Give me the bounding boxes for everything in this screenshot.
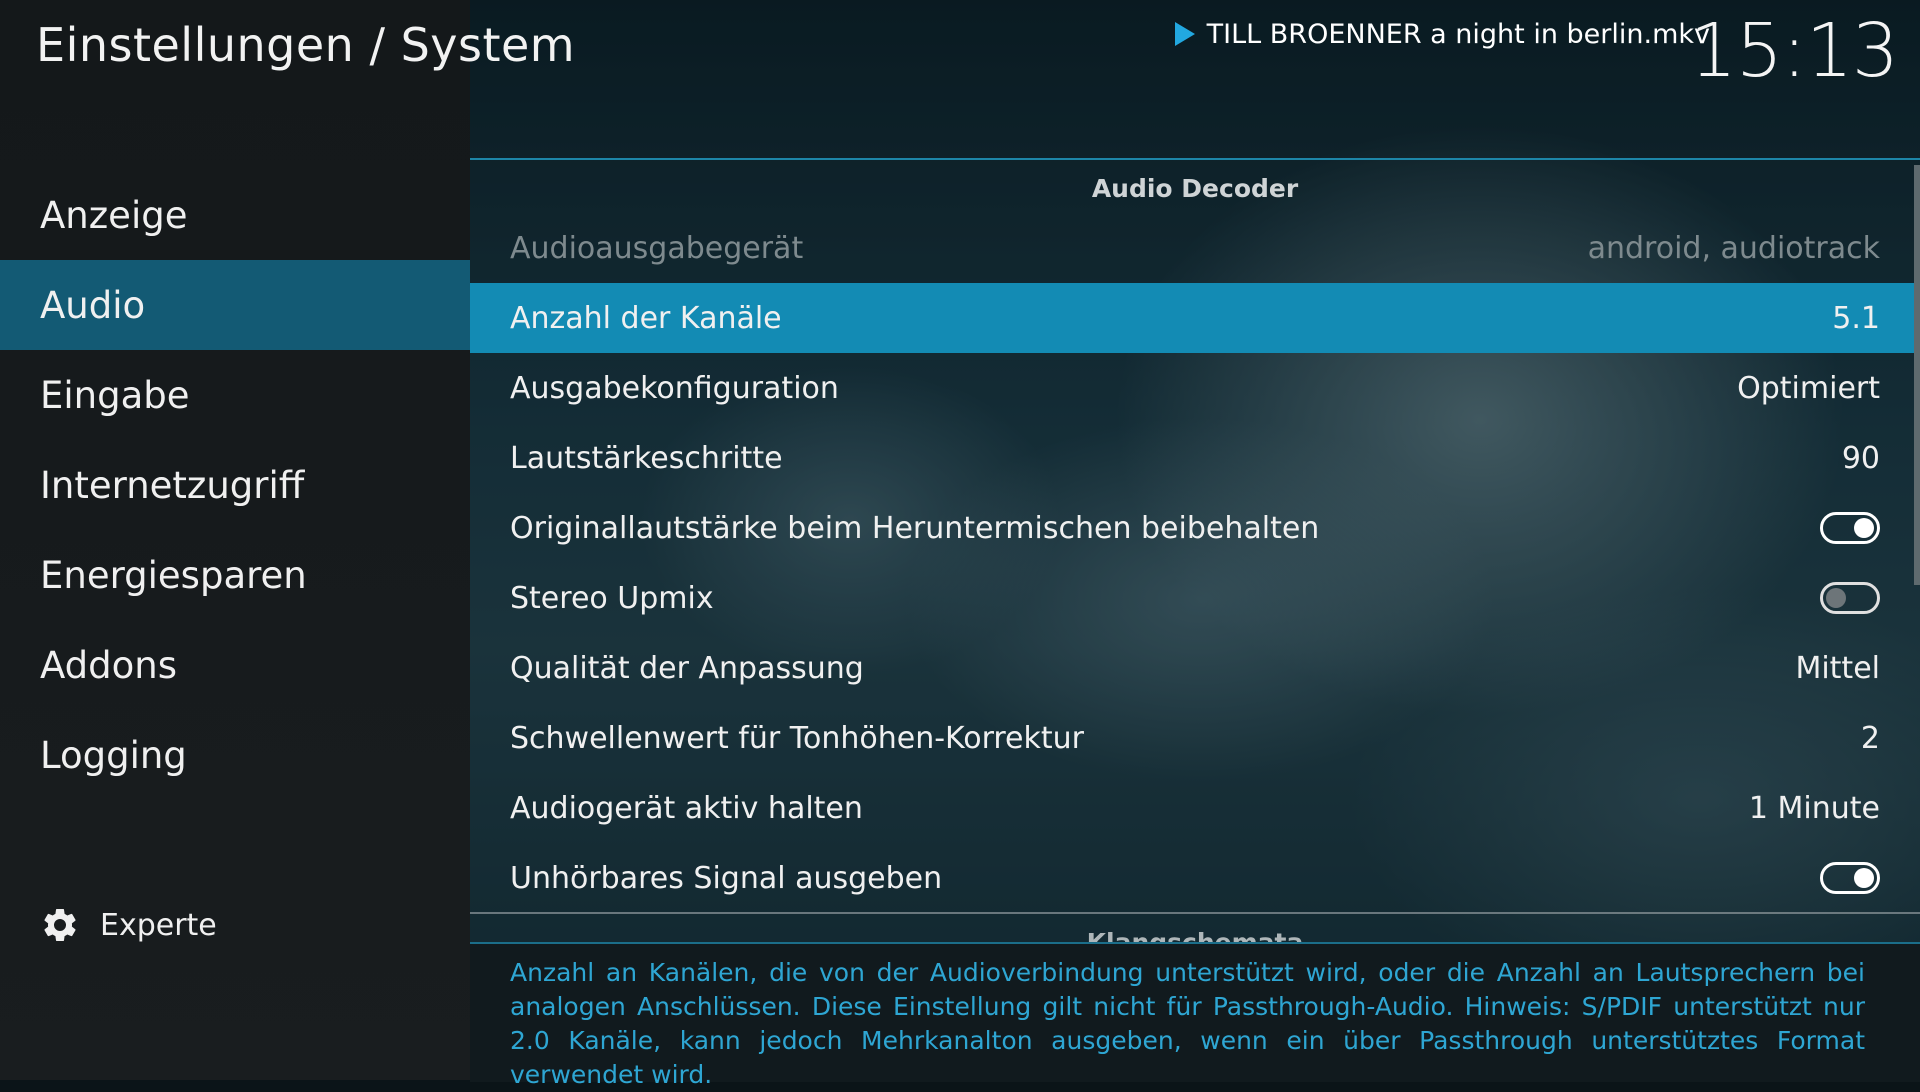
sidebar-item-audio[interactable]: Audio (0, 260, 470, 350)
settings-panel: Audio Decoder Audioausgabegerät android,… (470, 158, 1920, 1089)
setting-value: 5.1 (1832, 300, 1880, 336)
setting-value: Optimiert (1737, 370, 1880, 406)
setting-volume-steps[interactable]: Lautstärkeschritte 90 (470, 423, 1920, 493)
setting-value: 90 (1841, 440, 1880, 476)
sidebar-item-energiesparen[interactable]: Energiesparen (0, 530, 470, 620)
setting-label: Unhörbares Signal ausgeben (510, 860, 943, 896)
section-title: Audio Decoder (1091, 174, 1299, 203)
settings-level-label: Experte (100, 907, 217, 943)
setting-resample-quality[interactable]: Qualität der Anpassung Mittel (470, 633, 1920, 703)
description-panel: Anzahl an Kanälen, die von der Audioverb… (470, 942, 1920, 1089)
setting-channel-count[interactable]: Anzahl der Kanäle 5.1 (470, 283, 1920, 353)
scrollbar[interactable] (1914, 165, 1920, 585)
sidebar-item-internetzugriff[interactable]: Internetzugriff (0, 440, 470, 530)
setting-audio-output-device[interactable]: Audioausgabegerät android, audiotrack (470, 213, 1920, 283)
setting-label: Qualität der Anpassung (510, 650, 864, 686)
settings-level-button[interactable]: Experte (40, 902, 217, 948)
setting-description: Anzahl an Kanälen, die von der Audioverb… (510, 958, 1865, 1089)
top-divider (470, 158, 1920, 160)
toggle-switch-on[interactable] (1820, 512, 1880, 544)
sidebar-category-list: Anzeige Audio Eingabe Internetzugriff En… (0, 170, 470, 800)
toggle-knob (1854, 868, 1874, 888)
setting-label: Originallautstärke beim Heruntermischen … (510, 510, 1320, 546)
bottom-divider (470, 912, 1920, 914)
setting-pitch-correction-threshold[interactable]: Schwellenwert für Tonhöhen-Korrektur 2 (470, 703, 1920, 773)
setting-value: 1 Minute (1748, 790, 1880, 826)
gear-icon (44, 908, 76, 941)
setting-keep-original-volume-downmix[interactable]: Originallautstärke beim Heruntermischen … (470, 493, 1920, 563)
sidebar-item-anzeige[interactable]: Anzeige (0, 170, 470, 260)
setting-label: Stereo Upmix (510, 580, 714, 616)
setting-inaudible-signal[interactable]: Unhörbares Signal ausgeben (470, 843, 1920, 913)
toggle-switch-off[interactable] (1820, 582, 1880, 614)
setting-stereo-upmix[interactable]: Stereo Upmix (470, 563, 1920, 633)
setting-keep-audio-device-alive[interactable]: Audiogerät aktiv halten 1 Minute (470, 773, 1920, 843)
setting-label: Audiogerät aktiv halten (510, 790, 863, 826)
setting-label: Anzahl der Kanäle (510, 300, 782, 336)
sidebar: Anzeige Audio Eingabe Internetzugriff En… (0, 0, 470, 1080)
clock: 15:13 (1689, 8, 1899, 94)
page-title: Einstellungen / System (36, 18, 576, 72)
settings-list: Audioausgabegerät android, audiotrack An… (470, 213, 1920, 913)
setting-value: android, audiotrack (1587, 230, 1880, 266)
sidebar-item-eingabe[interactable]: Eingabe (0, 350, 470, 440)
sidebar-item-addons[interactable]: Addons (0, 620, 470, 710)
toggle-knob (1854, 518, 1874, 538)
play-icon (1174, 22, 1195, 46)
setting-label: Audioausgabegerät (510, 230, 804, 266)
setting-label: Schwellenwert für Tonhöhen-Korrektur (510, 720, 1084, 756)
sidebar-item-logging[interactable]: Logging (0, 710, 470, 800)
setting-value: Mittel (1795, 650, 1880, 686)
now-playing: TILL BROENNER a night in berlin.mkv (1174, 16, 1710, 52)
setting-value: 2 (1860, 720, 1880, 756)
toggle-switch-on[interactable] (1820, 862, 1880, 894)
now-playing-title: TILL BROENNER a night in berlin.mkv (1206, 18, 1710, 50)
setting-label: Ausgabekonfiguration (510, 370, 839, 406)
setting-output-configuration[interactable]: Ausgabekonfiguration Optimiert (470, 353, 1920, 423)
setting-label: Lautstärkeschritte (510, 440, 783, 476)
toggle-knob (1826, 588, 1846, 608)
